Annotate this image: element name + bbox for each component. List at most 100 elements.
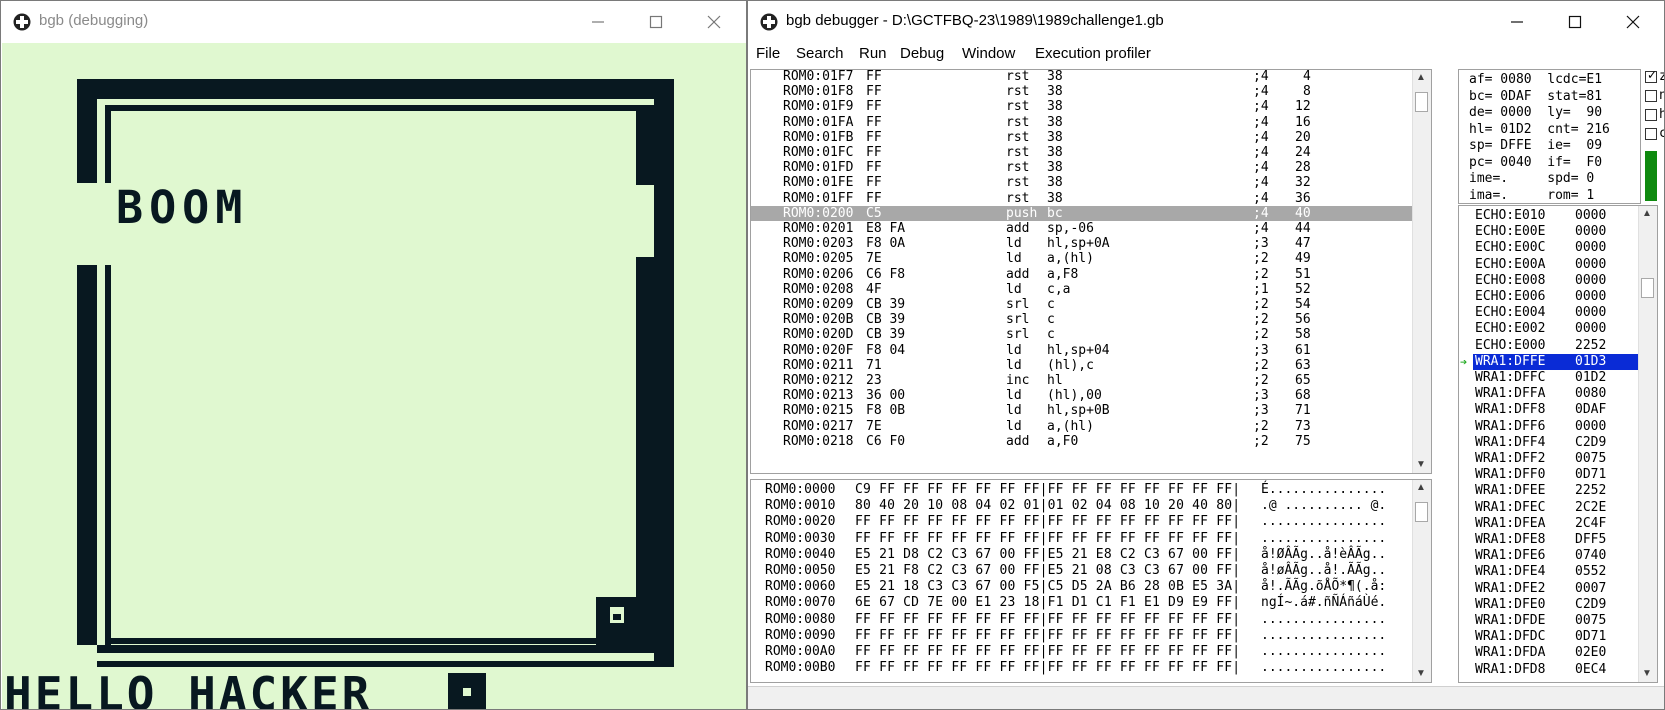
debugger-titlebar[interactable]: bgb debugger - D:\GCTFBQ-23\1989\1989cha… <box>748 1 1664 43</box>
register-line[interactable]: bc= 0DAF stat=81 <box>1469 89 1639 105</box>
maximize-button[interactable] <box>627 1 685 43</box>
close-button[interactable] <box>685 1 743 43</box>
memory-row[interactable]: ROM0:0090 FF FF FF FF FF FF FF FF|FF FF F… <box>751 628 1415 644</box>
disassembly-row[interactable]: ROM0:0217 7E ld a,(hl) ;2 73 <box>751 419 1415 434</box>
disassembly-row[interactable]: ROM0:0215 F8 0B ld hl,sp+0B ;3 71 <box>751 403 1415 418</box>
memory-row[interactable]: ROM0:0060 E5 21 18 C3 C3 67 00 F5|C5 D5 2… <box>751 579 1415 595</box>
memory-row[interactable]: ROM0:0040 E5 21 D8 C2 C3 67 00 FF|E5 21 E… <box>751 547 1415 563</box>
stack-row[interactable]: WRA1:DFEC 2C2E <box>1473 500 1641 516</box>
stack-row[interactable]: ECHO:E008 0000 <box>1473 273 1641 289</box>
stack-row[interactable]: WRA1:DFE2 0007 <box>1473 581 1641 597</box>
stack-row[interactable]: ECHO:E002 0000 <box>1473 321 1641 337</box>
disassembly-pane[interactable]: ROM0:01F7 FF rst 38 ;4 4 ROM0:01F8 FF rst 38 ;4 8 RO… <box>750 69 1432 474</box>
register-line[interactable]: de= 0000 ly= 90 <box>1469 105 1639 121</box>
flag-h-checkbox[interactable] <box>1645 109 1657 121</box>
memory-row[interactable]: ROM0:0070 6E 67 CD 7E 00 E1 23 18|F1 D1 C… <box>751 595 1415 611</box>
flag-z-checkbox[interactable]: ✓ <box>1645 68 1657 83</box>
stack-row[interactable]: ECHO:E00E 0000 <box>1473 224 1641 240</box>
scrollbar-thumb[interactable] <box>1641 278 1654 298</box>
stack-row[interactable]: ECHO:E010 0000 <box>1473 208 1641 224</box>
scroll-down-icon[interactable]: ▼ <box>1642 668 1652 679</box>
menu-search[interactable]: Search <box>796 45 844 62</box>
memory-row[interactable]: ROM0:0080 FF FF FF FF FF FF FF FF|FF FF F… <box>751 612 1415 628</box>
stack-row[interactable]: WRA1:DFDE 0075 <box>1473 613 1641 629</box>
stack-row[interactable]: WRA1:DFF0 0D71 <box>1473 467 1641 483</box>
scroll-up-icon[interactable]: ▲ <box>1416 72 1426 83</box>
disassembly-row[interactable]: ROM0:0200 C5 push bc ;4 40 <box>751 205 1415 221</box>
stack-pane[interactable]: ECHO:E010 0000 ECHO:E00E 0000 ECHO:E00C 0000 E… <box>1458 205 1658 683</box>
stack-row[interactable]: WRA1:DFE6 0740 <box>1473 548 1641 564</box>
disassembly-row[interactable]: ROM0:0205 7E ld a,(hl) ;2 49 <box>751 251 1415 266</box>
disassembly-row[interactable]: ROM0:01FC FF rst 38 ;4 24 <box>751 145 1415 160</box>
disassembly-row[interactable]: ROM0:01FE FF rst 38 ;4 32 <box>751 175 1415 190</box>
disassembly-row[interactable]: ROM0:020D CB 39 srl c ;2 58 <box>751 327 1415 342</box>
register-line[interactable]: af= 0080 lcdc=E1 <box>1469 72 1639 88</box>
flag-c-checkbox[interactable] <box>1645 128 1657 140</box>
scroll-up-icon[interactable]: ▲ <box>1642 208 1652 219</box>
stack-scrollbar[interactable]: ▲ ▼ <box>1638 206 1657 682</box>
disassembly-row[interactable]: ROM0:0201 E8 FA add sp,-06 ;4 44 <box>751 221 1415 236</box>
stack-row[interactable]: ➔ WRA1:DFFE 01D3 <box>1460 353 1641 370</box>
disassembly-row[interactable]: ROM0:0203 F8 0A ld hl,sp+0A ;3 47 <box>751 236 1415 251</box>
stack-row[interactable]: ECHO:E006 0000 <box>1473 289 1641 305</box>
stack-row[interactable]: WRA1:DFDA 02E0 <box>1473 645 1641 661</box>
disassembly-row[interactable]: ROM0:0211 71 ld (hl),c ;2 63 <box>751 358 1415 373</box>
scroll-down-icon[interactable]: ▼ <box>1416 459 1426 470</box>
disassembly-row[interactable]: ROM0:01F8 FF rst 38 ;4 8 <box>751 84 1415 99</box>
gameboy-screen[interactable]: BOOM HELLO HACKER <box>2 43 746 709</box>
register-line[interactable]: ime=. spd= 0 <box>1469 171 1639 187</box>
debugger-maximize-button[interactable] <box>1546 1 1604 43</box>
memory-row[interactable]: ROM0:0000 C9 FF FF FF FF FF FF FF|FF FF F… <box>751 482 1415 498</box>
scrollbar-thumb[interactable] <box>1415 502 1428 522</box>
emulator-titlebar[interactable]: bgb (debugging) <box>1 1 746 43</box>
memory-row[interactable]: ROM0:00A0 FF FF FF FF FF FF FF FF|FF FF F… <box>751 644 1415 660</box>
debugger-minimize-button[interactable] <box>1488 1 1546 43</box>
memory-row[interactable]: ROM0:0030 FF FF FF FF FF FF FF FF|FF FF F… <box>751 531 1415 547</box>
stack-row[interactable]: WRA1:DFDC 0D71 <box>1473 629 1641 645</box>
menu-run[interactable]: Run <box>859 45 887 62</box>
stack-row[interactable]: ECHO:E004 0000 <box>1473 305 1641 321</box>
stack-row[interactable]: WRA1:DFD8 0EC4 <box>1473 662 1641 678</box>
flag-n-checkbox[interactable] <box>1645 90 1657 102</box>
debugger-close-button[interactable] <box>1604 1 1662 43</box>
stack-row[interactable]: ECHO:E00A 0000 <box>1473 257 1641 273</box>
disassembly-row[interactable]: ROM0:0208 4F ld c,a ;1 52 <box>751 282 1415 297</box>
stack-row[interactable]: WRA1:DFF8 0DAF <box>1473 402 1641 418</box>
emulator-window[interactable]: bgb (debugging) BOOM HELLO HACKER <box>0 0 747 710</box>
register-line[interactable]: sp= DFFE ie= 09 <box>1469 138 1639 154</box>
stack-row[interactable]: WRA1:DFE0 C2D9 <box>1473 597 1641 613</box>
memory-dump-pane[interactable]: ROM0:0000 C9 FF FF FF FF FF FF FF|FF FF F… <box>750 479 1432 683</box>
scroll-down-icon[interactable]: ▼ <box>1416 668 1426 679</box>
disassembly-scrollbar[interactable]: ▲ ▼ <box>1412 70 1431 473</box>
stack-row[interactable]: WRA1:DFFA 0080 <box>1473 386 1641 402</box>
disassembly-row[interactable]: ROM0:01FA FF rst 38 ;4 16 <box>751 115 1415 130</box>
scrollbar-thumb[interactable] <box>1415 92 1428 112</box>
register-line[interactable]: hl= 01D2 cnt= 216 <box>1469 122 1639 138</box>
disassembly-row[interactable]: ROM0:01F9 FF rst 38 ;4 12 <box>751 99 1415 114</box>
disassembly-row[interactable]: ROM0:01F7 FF rst 38 ;4 4 <box>751 70 1415 84</box>
disassembly-row[interactable]: ROM0:01FB FF rst 38 ;4 20 <box>751 130 1415 145</box>
memory-row[interactable]: ROM0:0020 FF FF FF FF FF FF FF FF|FF FF F… <box>751 514 1415 530</box>
disassembly-row[interactable]: ROM0:0212 23 inc hl ;2 65 <box>751 373 1415 388</box>
stack-row[interactable]: WRA1:DFEE 2252 <box>1473 483 1641 499</box>
memory-row[interactable]: ROM0:0010 80 40 20 10 08 04 02 01|01 02 0… <box>751 498 1415 514</box>
minimize-button[interactable] <box>569 1 627 43</box>
disassembly-row[interactable]: ROM0:0206 C6 F8 add a,F8 ;2 51 <box>751 267 1415 282</box>
disassembly-row[interactable]: ROM0:01FF FF rst 38 ;4 36 <box>751 191 1415 206</box>
disassembly-row[interactable]: ROM0:0218 C6 F0 add a,F0 ;2 75 <box>751 434 1415 449</box>
stack-row[interactable]: WRA1:DFF4 C2D9 <box>1473 435 1641 451</box>
disassembly-row[interactable]: ROM0:020F F8 04 ld hl,sp+04 ;3 61 <box>751 343 1415 358</box>
disassembly-row[interactable]: ROM0:0213 36 00 ld (hl),00 ;3 68 <box>751 388 1415 403</box>
stack-row[interactable]: ECHO:E000 2252 <box>1473 338 1641 354</box>
register-line[interactable]: pc= 0040 if= F0 <box>1469 155 1639 171</box>
stack-row[interactable]: WRA1:DFF2 0075 <box>1473 451 1641 467</box>
stack-row[interactable]: WRA1:DFFC 01D2 <box>1473 370 1641 386</box>
debugger-window[interactable]: bgb debugger - D:\GCTFBQ-23\1989\1989cha… <box>747 0 1665 710</box>
memory-row[interactable]: ROM0:0050 E5 21 F8 C2 C3 67 00 FF|E5 21 0… <box>751 563 1415 579</box>
menu-debug[interactable]: Debug <box>900 45 944 62</box>
menu-execution-profiler[interactable]: Execution profiler <box>1035 45 1151 62</box>
register-line[interactable]: ima=. rom= 1 <box>1469 188 1639 204</box>
disassembly-row[interactable]: ROM0:020B CB 39 srl c ;2 56 <box>751 312 1415 327</box>
memory-row[interactable]: ROM0:00B0 FF FF FF FF FF FF FF FF|FF FF F… <box>751 660 1415 676</box>
stack-row[interactable]: WRA1:DFE8 DFF5 <box>1473 532 1641 548</box>
